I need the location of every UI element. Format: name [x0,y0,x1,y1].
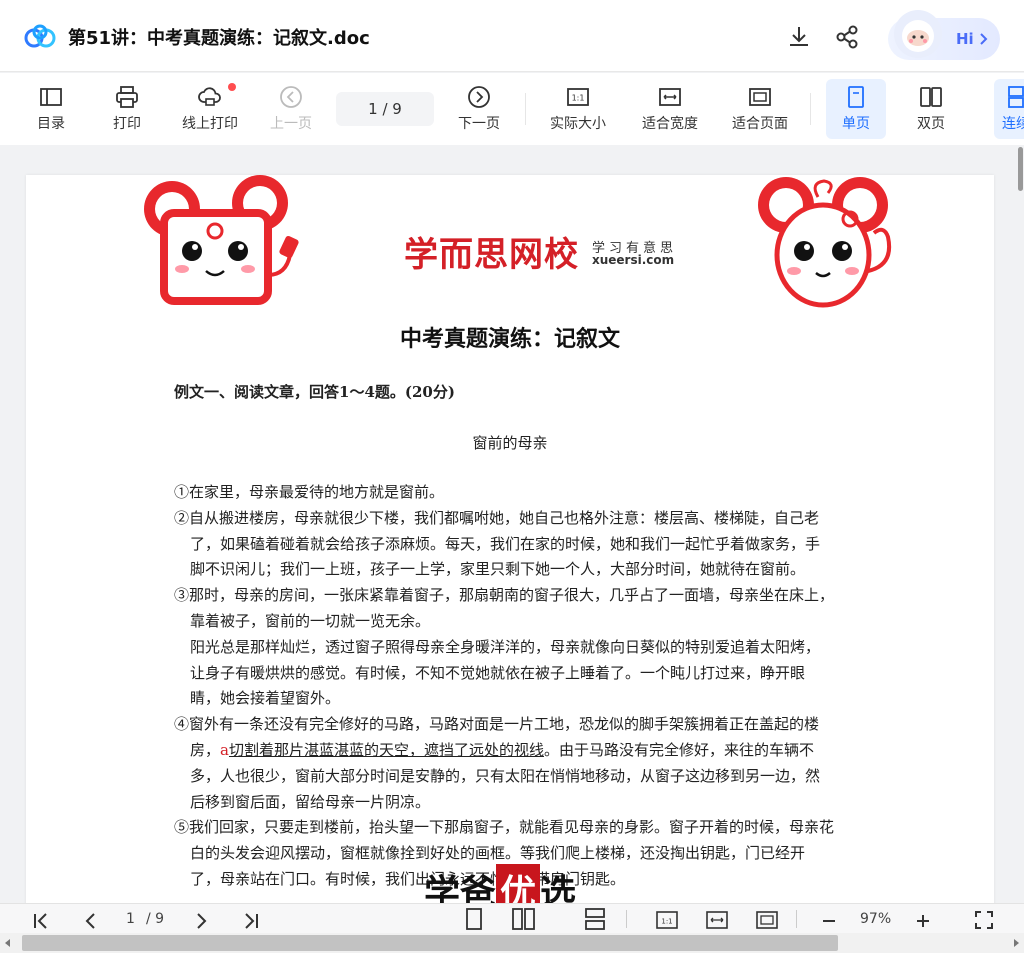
single-page-label: 单页 [842,116,870,132]
toolbar-divider [525,93,526,125]
zoom-in-icon[interactable] [914,910,932,932]
toc-button[interactable]: 目录 [22,79,80,139]
prev-page-icon[interactable] [82,910,100,932]
document-heading: 中考真题演练：记叙文 [399,326,620,352]
page-current[interactable]: 1 [126,908,135,930]
assistant-avatar [894,10,942,58]
annotation-marker: a [220,740,229,759]
paragraph: ④窗外有一条还没有完全修好的马路，马路对面是一片工地，恐龙似的脚手架簇拥着正在盖… [174,712,834,815]
toc-icon [40,88,62,106]
zoom-level[interactable]: 97% [860,908,891,930]
double-page-label: 双页 [917,116,945,132]
actual-size-icon: 1:1 [567,88,589,106]
paragraph: ③那时，母亲的房间，一张床紧靠着窗子，那扇朝南的窗子很大，几乎占了一面墙，母亲坐… [174,586,835,630]
document-page: 学而思网校 学习有意思 xueersi.com 中考真题演练：记叙文 例文一、阅… [26,175,994,905]
continuous-scroll-icon [1008,86,1024,108]
page-total: / 9 [146,911,165,927]
prev-page-button[interactable]: 上一页 [262,79,320,139]
chevron-right-icon [980,33,988,45]
essay-body: ①在家里，母亲最爱待的地方就是窗前。 ②自从搬进楼房，母亲就很少下楼，我们都嘱咐… [174,480,834,893]
single-page-icon [848,86,864,108]
toolbar-divider [810,93,811,125]
single-page-button[interactable]: 单页 [826,79,886,139]
chevron-left-circle-icon [280,86,302,108]
next-page-label: 下一页 [458,116,500,132]
fit-width-icon[interactable] [706,909,728,931]
notification-dot [228,83,236,91]
printer-icon [116,86,138,108]
baidu-netdisk-logo-icon [24,24,56,48]
section-instruction: 例文一、阅读文章，回答1～4题。(20分) [174,383,455,401]
actual-size-label: 实际大小 [550,116,606,132]
underlined-sentence: 切割着那片湛蓝湛蓝的天空，遮挡了远处的视线 [228,740,544,759]
essay-title: 窗前的母亲 [472,434,548,452]
fit-width-icon [659,88,681,106]
scroll-left-icon[interactable] [4,939,12,947]
single-page-icon[interactable] [464,908,484,930]
bottom-divider [796,910,797,928]
mascot-round-illustration [758,177,891,308]
first-page-icon[interactable] [32,910,50,932]
bottom-navigation-bar: 1 / 9 1:1 97% [0,903,1024,933]
download-icon[interactable] [786,24,812,50]
print-label: 打印 [113,116,141,132]
double-page-button[interactable]: 双页 [902,79,960,139]
ai-assistant-button[interactable]: Hi [888,10,1000,60]
chevron-right-circle-icon [468,86,490,108]
continuous-label: 连续 [1002,116,1024,132]
share-icon[interactable] [834,24,860,50]
toc-label: 目录 [37,116,65,132]
actual-size-button[interactable]: 1:1 实际大小 [540,79,616,139]
fit-page-icon [749,88,771,106]
cloud-print-icon [198,87,221,106]
fullscreen-icon[interactable] [974,909,994,931]
next-page-button[interactable]: 下一页 [450,79,508,139]
bottom-divider [626,910,627,928]
continuous-scroll-icon[interactable] [584,908,606,930]
fit-page-button[interactable]: 适合页面 [722,79,798,139]
fit-width-label: 适合宽度 [642,116,698,132]
zoom-out-icon[interactable] [820,910,838,932]
brand-name: 学而思网校 [404,235,579,275]
continuous-button[interactable]: 连续 [994,79,1024,139]
vertical-scroll-thumb[interactable] [1018,147,1023,191]
paragraph: ②自从搬进楼房，母亲就很少下楼，我们都嘱咐她，她自己也格外注意：楼层高、楼梯陡，… [174,508,821,579]
fit-width-button[interactable]: 适合宽度 [632,79,708,139]
svg-text:1:1: 1:1 [572,94,585,103]
scroll-right-icon[interactable] [1012,939,1020,947]
actual-size-icon[interactable]: 1:1 [656,909,678,931]
online-print-label: 线上打印 [182,116,238,132]
assistant-label: Hi [956,30,974,48]
horizontal-scrollbar[interactable] [0,933,1024,953]
online-print-button[interactable]: 线上打印 [172,79,248,139]
svg-text:1:1: 1:1 [661,918,672,926]
paragraph: ①在家里，母亲最爱待的地方就是窗前。 [174,483,445,501]
vertical-scrollbar[interactable] [1016,145,1024,905]
prev-page-label: 上一页 [270,116,312,132]
paragraph: 阳光总是那样灿烂，透过窗子照得母亲全身暖洋洋的，母亲就像向日葵似的特别爱追着太阳… [190,637,821,708]
page-indicator[interactable]: 1 / 9 [336,92,434,126]
document-title: 第51讲：中考真题演练：记叙文.doc [68,28,370,49]
horizontal-scroll-thumb[interactable] [22,935,838,951]
fit-page-label: 适合页面 [732,116,788,132]
next-page-icon[interactable] [192,910,210,932]
document-viewer[interactable]: 学而思网校 学习有意思 xueersi.com 中考真题演练：记叙文 例文一、阅… [0,145,1016,905]
print-button[interactable]: 打印 [98,79,156,139]
fit-page-icon[interactable] [756,909,778,931]
mascot-square-illustration [144,175,299,305]
brand-url: xueersi.com [592,253,675,267]
double-page-icon [920,87,942,107]
last-page-icon[interactable] [242,910,260,932]
double-page-icon[interactable] [512,908,536,930]
title-bar: 第51讲：中考真题演练：记叙文.doc Hi [0,0,1024,72]
viewer-toolbar: 目录 打印 线上打印 上一页 1 / 9 下一页 1:1 实际大小 适合宽度 适… [0,73,1024,145]
